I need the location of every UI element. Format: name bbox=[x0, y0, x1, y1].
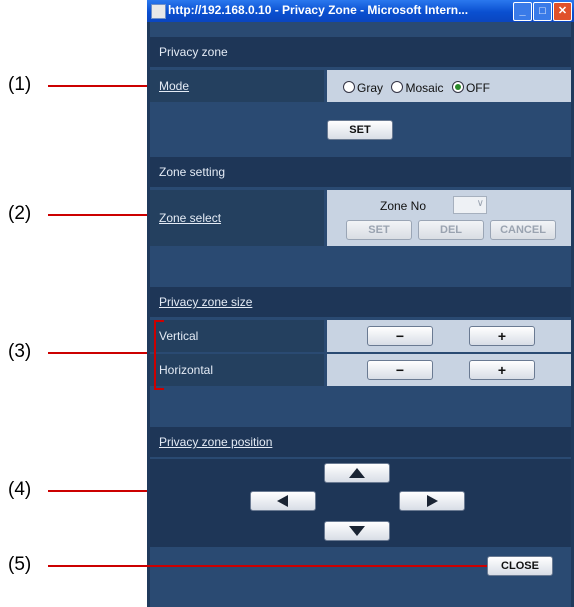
zone-no-select[interactable]: ∨ bbox=[453, 196, 487, 214]
mode-option-gray[interactable]: Gray bbox=[343, 79, 387, 96]
callout-line-1 bbox=[48, 85, 156, 87]
maximize-icon[interactable]: □ bbox=[533, 2, 552, 21]
radio-mosaic-icon[interactable] bbox=[391, 81, 404, 93]
vertical-minus-button[interactable]: − bbox=[367, 326, 433, 346]
callout-3: (3) bbox=[8, 341, 32, 362]
arrow-right-icon bbox=[427, 495, 438, 507]
privacy-zone-position-heading: Privacy zone position bbox=[150, 427, 571, 457]
privacy-zone-size-heading: Privacy zone size bbox=[150, 287, 571, 317]
privacy-zone-heading: Privacy zone bbox=[150, 37, 571, 67]
arrow-left-icon bbox=[277, 495, 288, 507]
move-down-button[interactable] bbox=[324, 521, 390, 541]
move-left-button[interactable] bbox=[250, 491, 316, 511]
mode-radio-group: Gray Mosaic OFF bbox=[327, 70, 571, 102]
callout-line-3 bbox=[48, 352, 156, 354]
radio-gray-icon[interactable] bbox=[343, 81, 355, 93]
callout-1: (1) bbox=[8, 74, 32, 95]
mode-option-off[interactable]: OFF bbox=[451, 79, 494, 96]
callout-5: (5) bbox=[8, 554, 32, 575]
move-up-button[interactable] bbox=[324, 463, 390, 483]
minimize-icon[interactable]: _ bbox=[513, 2, 532, 21]
vertical-controls: − + bbox=[327, 320, 571, 352]
browser-icon bbox=[151, 4, 166, 19]
callout-4: (4) bbox=[8, 479, 32, 500]
zone-cancel-button[interactable]: CANCEL bbox=[490, 220, 556, 240]
horizontal-plus-button[interactable]: + bbox=[469, 360, 535, 380]
callout-line-4 bbox=[48, 490, 158, 492]
chevron-down-icon[interactable]: ∨ bbox=[477, 198, 484, 209]
zone-setting-heading: Zone setting bbox=[150, 157, 571, 187]
zone-del-button[interactable]: DEL bbox=[418, 220, 484, 240]
radio-off-icon[interactable] bbox=[451, 81, 464, 93]
move-right-button[interactable] bbox=[399, 491, 465, 511]
horizontal-minus-button[interactable]: − bbox=[367, 360, 433, 380]
privacy-zone-window: http://192.168.0.10 - Privacy Zone - Mic… bbox=[147, 0, 574, 607]
window-titlebar: http://192.168.0.10 - Privacy Zone - Mic… bbox=[147, 0, 574, 22]
vertical-label: Vertical bbox=[150, 320, 324, 352]
mode-set-button[interactable]: SET bbox=[327, 120, 393, 140]
vertical-plus-button[interactable]: + bbox=[469, 326, 535, 346]
callout-line-2 bbox=[48, 214, 156, 216]
horizontal-label: Horizontal bbox=[150, 354, 324, 386]
position-panel bbox=[150, 459, 571, 547]
callout-line-5 bbox=[48, 565, 488, 567]
zone-select-link[interactable]: Zone select bbox=[150, 190, 324, 246]
window-title: http://192.168.0.10 - Privacy Zone - Mic… bbox=[168, 3, 469, 17]
horizontal-controls: − + bbox=[327, 354, 571, 386]
close-icon[interactable]: ✕ bbox=[553, 2, 572, 21]
zone-select-panel: Zone No ∨ SET DEL CANCEL bbox=[327, 190, 571, 246]
callout-2: (2) bbox=[8, 203, 32, 224]
window-content: Privacy zone Mode Gray Mosaic OFF SET Zo… bbox=[150, 22, 571, 607]
zone-set-button[interactable]: SET bbox=[346, 220, 412, 240]
close-button[interactable]: CLOSE bbox=[487, 556, 553, 576]
arrow-down-icon bbox=[349, 526, 365, 536]
mode-link[interactable]: Mode bbox=[150, 70, 324, 102]
callout-bracket-3 bbox=[154, 320, 164, 390]
mode-option-mosaic[interactable]: Mosaic bbox=[391, 79, 447, 96]
arrow-up-icon bbox=[349, 468, 365, 478]
zone-no-label: Zone No bbox=[380, 199, 427, 213]
